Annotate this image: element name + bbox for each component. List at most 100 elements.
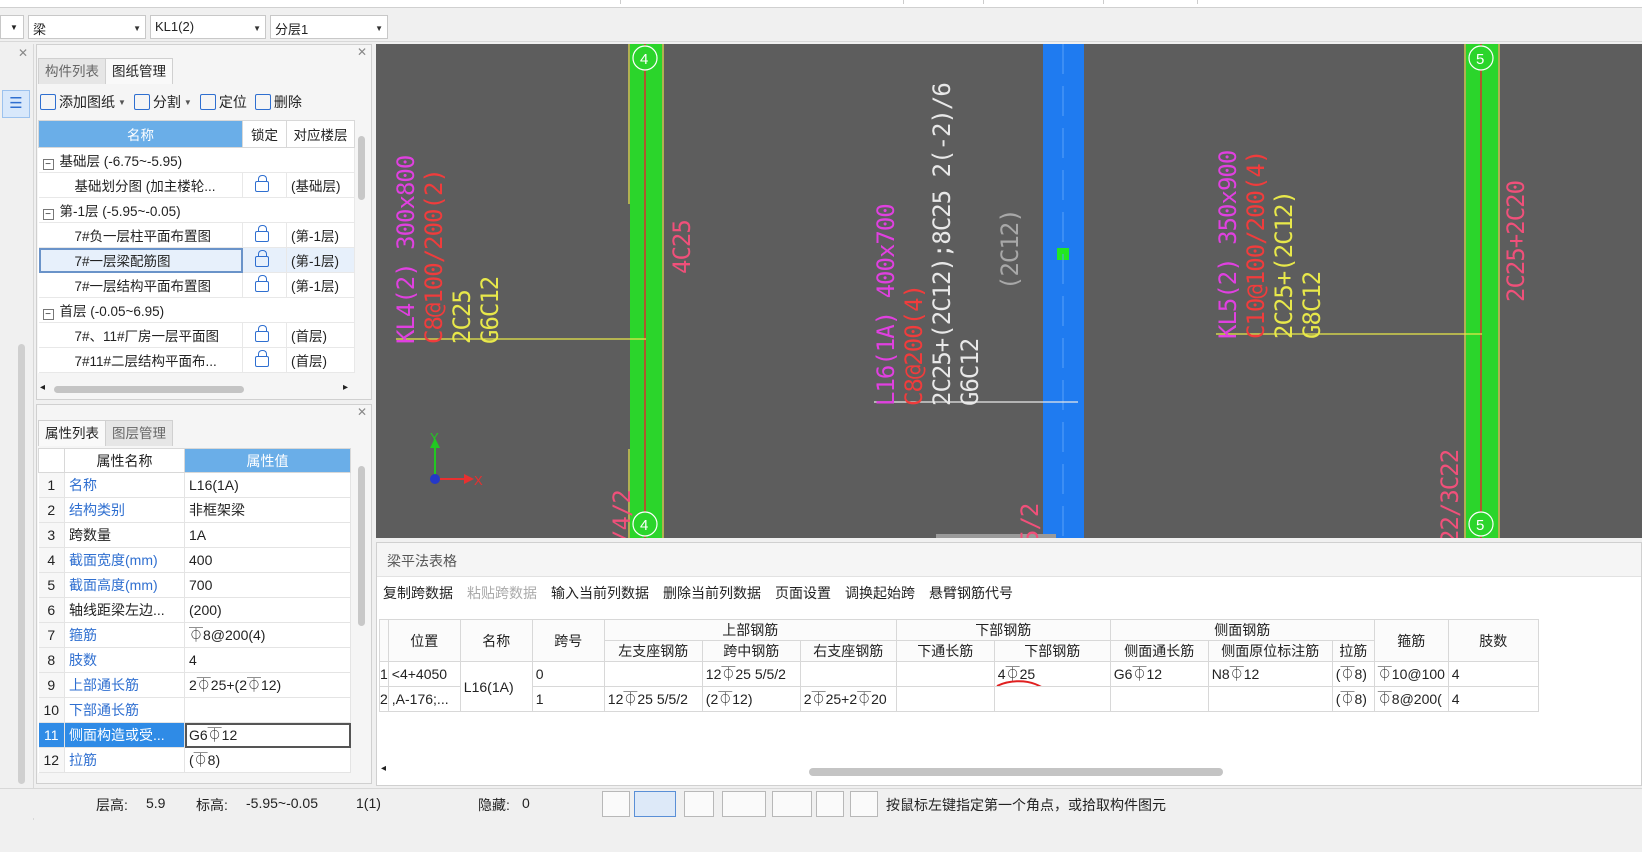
column-header-property-value[interactable]: 属性值 [184, 448, 351, 473]
tab-layer-management[interactable]: 图层管理 [105, 420, 173, 446]
column-header-name[interactable]: 名称 [38, 120, 243, 148]
cell-side-mark[interactable]: N8⏁12 [1207, 661, 1333, 687]
split-button[interactable]: 分割 ▼ [133, 92, 192, 112]
property-scrollbar[interactable] [358, 466, 365, 626]
cell-bottom-rebar[interactable] [993, 686, 1111, 712]
property-row[interactable]: 12 拉筋 (⏁8) [38, 747, 351, 773]
scroll-thumb[interactable] [54, 386, 244, 393]
add-drawing-button[interactable]: 添加图纸 ▼ [40, 92, 126, 112]
column-element[interactable] [1466, 44, 1498, 538]
cell-side-through[interactable]: G6⏁12 [1109, 661, 1209, 687]
cell-tie[interactable]: (⏁8) [1331, 661, 1375, 687]
toolbar-button[interactable]: 悬臂钢筋代号 [929, 583, 1013, 603]
tree-group-row[interactable]: − 基础层 (-6.75~-5.95) [38, 147, 355, 173]
lock-icon[interactable] [255, 324, 269, 342]
column-header-mid-span[interactable]: 跨中钢筋 [701, 640, 801, 662]
scroll-thumb[interactable] [809, 768, 1223, 776]
column-header-property-name[interactable]: 属性名称 [64, 448, 185, 473]
scroll-left-icon[interactable]: ◂ [40, 382, 45, 393]
tab-component-list[interactable]: 构件列表 [38, 58, 106, 84]
property-value[interactable]: 4 [184, 647, 351, 673]
cell-legs[interactable]: 4 [1447, 686, 1539, 712]
drawing-row[interactable]: 7#11#二层结构平面布... (首层) [38, 347, 355, 373]
drawing-row[interactable]: 7#负一层柱平面布置图 (第-1层) [38, 222, 355, 248]
property-row[interactable]: 11 侧面构造或受... G6⏁12 [38, 722, 351, 748]
property-value[interactable]: L16(1A) [184, 472, 351, 498]
column-header-left-support[interactable]: 左支座钢筋 [603, 640, 703, 662]
cell-name[interactable]: L16(1A) [459, 661, 533, 712]
angle-snap-icon[interactable] [722, 791, 766, 817]
column-header-position[interactable]: 位置 [387, 619, 461, 662]
column-header-floor[interactable]: 对应楼层 [286, 120, 355, 148]
property-row[interactable]: 8 肢数 4 [38, 647, 351, 673]
cell-bottom-through[interactable] [895, 686, 995, 712]
toolbar-button[interactable]: 页面设置 [775, 583, 831, 603]
toolbar-button[interactable]: 输入当前列数据 [551, 583, 649, 603]
cell-span[interactable]: 0 [531, 661, 605, 687]
close-icon[interactable]: ✕ [357, 45, 367, 59]
property-row[interactable]: 4 截面宽度(mm) 400 [38, 547, 351, 573]
column-header-bottom-through[interactable]: 下通长筋 [895, 640, 995, 662]
column-header-legs[interactable]: 肢数 [1447, 619, 1539, 662]
beam-element[interactable] [1043, 44, 1084, 538]
orthogonal-mode-icon[interactable] [602, 791, 630, 817]
property-value[interactable]: 2⏁25+(2⏁12) [184, 672, 351, 698]
column-element[interactable] [630, 44, 662, 538]
component-dropdown[interactable]: KL1(2) ▼ [150, 15, 266, 39]
property-row[interactable]: 1 名称 L16(1A) [38, 472, 351, 498]
cell-right-support[interactable] [799, 661, 897, 687]
collapse-icon[interactable]: − [42, 309, 54, 320]
cell-position[interactable]: <4+4050 [387, 661, 461, 687]
snap-point-icon[interactable] [772, 791, 812, 817]
property-row[interactable]: 3 跨数量 1A [38, 522, 351, 548]
delete-button[interactable]: 删除 [254, 92, 302, 112]
cell-right-support[interactable]: 2⏁25+2⏁20 [799, 686, 897, 712]
drawing-row-selected[interactable]: 7#一层梁配筋图 (第-1层) [38, 247, 355, 273]
horizontal-scrollbar[interactable]: ◂ ▸ [40, 382, 354, 396]
type-dropdown[interactable]: ▼ [0, 15, 24, 39]
cell-left-support[interactable] [603, 661, 703, 687]
drawing-list-scrollbar[interactable] [358, 136, 365, 200]
tree-group-row[interactable]: − 首层 (-0.05~6.95) [38, 297, 355, 323]
column-header-lock[interactable]: 锁定 [242, 120, 287, 148]
property-value[interactable]: 700 [184, 572, 351, 598]
cell-mid-span[interactable]: (2⏁12) [701, 686, 801, 712]
cell-side-mark[interactable] [1207, 686, 1333, 712]
toolbar-button[interactable]: 复制跨数据 [383, 583, 453, 603]
drawing-row[interactable]: 7#、11#厂房一层平面图 (首层) [38, 322, 355, 348]
cad-drawing-canvas[interactable]: Y X 4 4 5 5 KL4(2) 300x800 C8@100/200(2)… [376, 44, 1642, 538]
cell-tie[interactable]: (⏁8) [1331, 686, 1375, 712]
rectangle-select-icon[interactable] [634, 791, 676, 817]
property-row[interactable]: 7 箍筋 ⏁8@200(4) [38, 622, 351, 648]
drawing-row[interactable]: 7#一层结构平面布置图 (第-1层) [38, 272, 355, 298]
toolbar-button[interactable]: 删除当前列数据 [663, 583, 761, 603]
property-value[interactable]: 非框架梁 [184, 497, 351, 523]
category-dropdown[interactable]: 梁 ▼ [28, 15, 146, 39]
column-header-side-through[interactable]: 侧面通长筋 [1109, 640, 1209, 662]
property-value[interactable]: (⏁8) [184, 747, 351, 773]
column-header-name[interactable]: 名称 [459, 619, 533, 662]
toolbar-button[interactable]: 调换起始跨 [845, 583, 915, 603]
cell-legs[interactable]: 4 [1447, 661, 1539, 687]
list-view-icon[interactable]: ☰ [2, 90, 30, 118]
cell-bottom-rebar[interactable]: 4⏁25 [993, 661, 1111, 687]
property-value[interactable]: (200) [184, 597, 351, 623]
close-icon[interactable]: ✕ [357, 405, 367, 419]
property-row[interactable]: 9 上部通长筋 2⏁25+(2⏁12) [38, 672, 351, 698]
column-header-span[interactable]: 跨号 [531, 619, 605, 662]
property-value[interactable]: G6⏁12 [184, 722, 351, 748]
property-value[interactable]: 1A [184, 522, 351, 548]
property-row[interactable]: 10 下部通长筋 [38, 697, 351, 723]
cell-bottom-through[interactable] [895, 661, 995, 687]
tab-property-list[interactable]: 属性列表 [38, 420, 106, 446]
layer-dropdown[interactable]: 分层1 ▼ [270, 15, 388, 39]
lock-icon[interactable] [255, 249, 269, 267]
column-header-right-support[interactable]: 右支座钢筋 [799, 640, 897, 662]
table-row[interactable]: 1 <4+4050 L16(1A) 0 12⏁25 5/5/2 4⏁25 G6⏁… [379, 661, 1539, 712]
lock-icon[interactable] [255, 174, 269, 192]
table-horizontal-scrollbar[interactable]: ◂ [377, 763, 1641, 779]
left-scrollbar[interactable] [18, 344, 25, 784]
property-value[interactable]: ⏁8@200(4) [184, 622, 351, 648]
tree-group-row[interactable]: − 第-1层 (-5.95~-0.05) [38, 197, 355, 223]
lock-icon[interactable] [255, 224, 269, 242]
